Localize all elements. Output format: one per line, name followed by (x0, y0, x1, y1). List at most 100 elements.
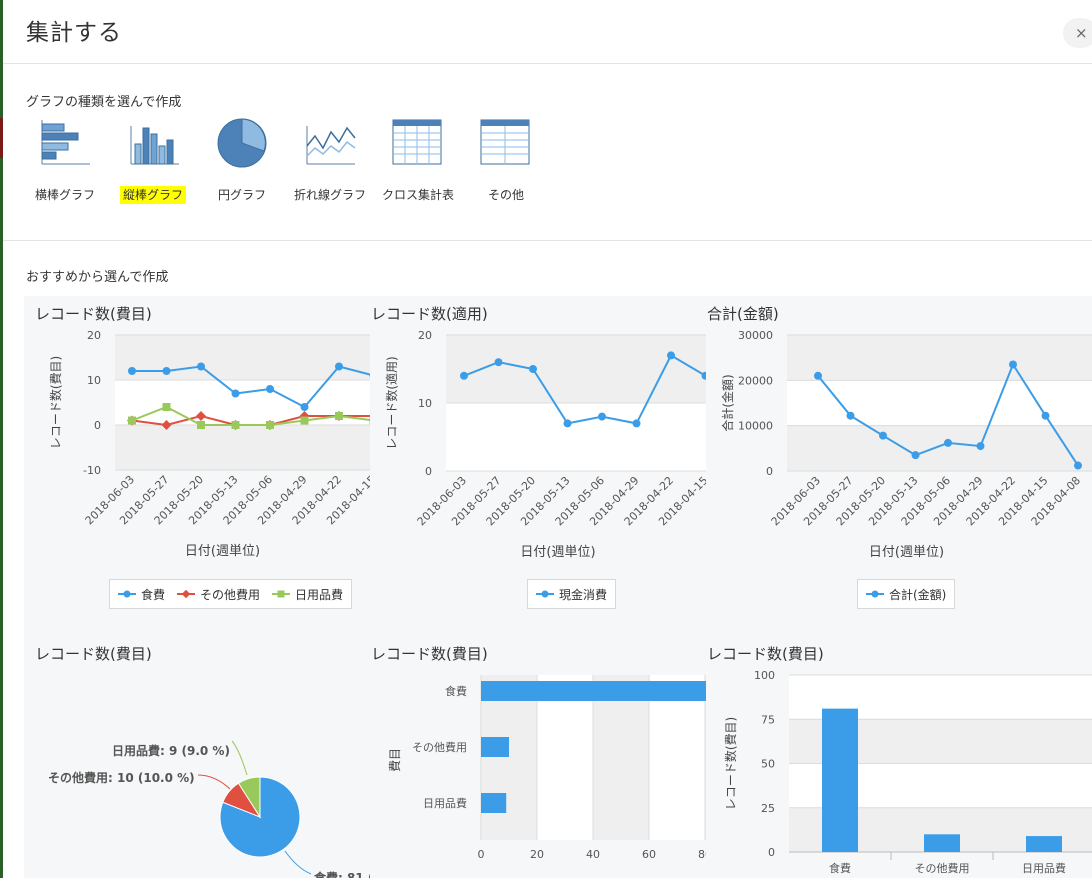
y-tick-label: 食費 (445, 684, 467, 698)
y-axis-label: 費目 (387, 748, 402, 772)
y-tick-label: 0 (766, 465, 773, 478)
data-point[interactable] (335, 412, 343, 420)
data-point[interactable] (911, 451, 920, 460)
plot-band (115, 380, 370, 425)
legend-item[interactable]: その他費用 (177, 586, 260, 603)
y-axis-label: レコード数(適用) (384, 356, 399, 449)
plot-band (446, 335, 706, 403)
data-point[interactable] (231, 421, 240, 429)
data-point[interactable] (529, 365, 537, 373)
data-point[interactable] (1074, 461, 1082, 470)
plot-band (115, 425, 370, 470)
pie-label-connector (284, 850, 312, 875)
horizontal-bar-chart-expense-category[interactable]: 0 20 40 60 80 食費その他費用日用品費 費目 (371, 663, 706, 878)
close-button[interactable]: × (1063, 18, 1092, 48)
data-point[interactable] (879, 431, 887, 440)
cross-table-icon (392, 119, 442, 165)
data-point[interactable] (944, 438, 952, 447)
graph-type-line[interactable]: 折れ線グラフ (289, 118, 369, 218)
legend-item[interactable]: 現金消費 (536, 586, 607, 603)
bar[interactable] (481, 681, 706, 701)
graph-type-label: 横棒グラフ (34, 188, 95, 202)
plot-band (115, 335, 370, 380)
graph-type-vertical-bar[interactable]: 縦棒グラフ (113, 118, 193, 218)
legend-item[interactable]: 合計(金額) (866, 586, 946, 603)
y-tick-label: 20 (87, 329, 101, 342)
data-point[interactable] (197, 362, 205, 371)
data-point[interactable] (460, 371, 468, 380)
graph-type-other[interactable]: その他 (466, 118, 546, 218)
line-chart-usage[interactable]: 20100レコード数(適用)2018-06-032018-05-272018-0… (371, 323, 706, 563)
data-point[interactable] (814, 371, 822, 380)
data-point[interactable] (231, 389, 240, 398)
chart-legend: 現金消費 (527, 579, 617, 609)
data-point[interactable] (266, 421, 274, 429)
y-tick-label: 0 (768, 846, 775, 859)
data-point[interactable] (128, 367, 136, 375)
x-tick-label: その他費用 (915, 861, 970, 875)
data-point[interactable] (494, 358, 503, 367)
chart-title: レコード数(費目) (35, 645, 152, 663)
chart-title: レコード数(費目) (707, 645, 824, 663)
y-tick-label: 10 (87, 374, 101, 387)
data-point[interactable] (300, 416, 309, 425)
dialog-title: 集計する (26, 20, 122, 46)
chart-title: 合計(金額) (707, 305, 779, 323)
pie-label: 日用品費: 9 (9.0 %) (112, 743, 230, 758)
data-point[interactable] (128, 416, 136, 425)
data-point[interactable] (162, 403, 171, 411)
pie-label-connector (231, 740, 248, 776)
recommended-heading: おすすめから選んで作成 (26, 270, 169, 285)
x-tick-label: 40 (586, 848, 600, 861)
pie-label: 食費: 81 ( (313, 870, 370, 878)
graph-type-label: 円グラフ (217, 188, 266, 202)
graph-type-heading: グラフの種類を選んで作成 (26, 95, 182, 110)
legend-item[interactable]: 日用品費 (272, 586, 343, 603)
data-point[interactable] (598, 412, 606, 421)
x-tick-label: 日用品費 (1022, 861, 1066, 875)
chart-title: レコード数(費目) (371, 645, 488, 663)
graph-type-label: 折れ線グラフ (293, 188, 366, 202)
data-point[interactable] (667, 351, 675, 360)
legend-item[interactable]: 食費 (118, 586, 165, 603)
data-point[interactable] (846, 411, 855, 420)
graph-type-label: 縦棒グラフ (119, 186, 186, 204)
line-chart-icon (306, 126, 356, 165)
data-point[interactable] (563, 419, 572, 428)
y-axis-label: レコード数(費目) (723, 717, 738, 810)
y-tick-label: 20 (418, 329, 432, 342)
chart-title: レコード数(費目) (35, 305, 152, 323)
bar[interactable] (481, 793, 507, 813)
data-point[interactable] (1009, 360, 1017, 369)
x-tick-label: 食費 (829, 861, 851, 875)
data-point[interactable] (335, 362, 343, 371)
line-chart-total-amount[interactable]: 3000020000100000合計(金額)2018-06-032018-05-… (707, 323, 1092, 563)
other-table-icon (480, 119, 530, 165)
graph-type-horizontal-bar[interactable]: 横棒グラフ (26, 118, 106, 218)
x-axis-label: 日付(週単位) (520, 544, 595, 560)
vertical-bar-chart-expense-category[interactable]: 100 75 50 25 0 食費 その他費用 日用品費 レコード数(費目) (707, 663, 1092, 878)
data-point[interactable] (197, 421, 205, 429)
bar[interactable] (481, 737, 509, 757)
data-point[interactable] (162, 367, 171, 375)
graph-type-cross-table[interactable]: クロス集計表 (378, 118, 458, 218)
bar[interactable] (822, 708, 858, 852)
line-chart-expense-category[interactable]: 20100-10レコード数(費目)2018-06-032018-05-27201… (35, 323, 370, 563)
graph-type-label: その他 (487, 188, 524, 202)
data-point[interactable] (300, 403, 309, 411)
graph-type-pie[interactable]: 円グラフ (202, 118, 282, 218)
y-tick-label: 30000 (738, 329, 773, 342)
bar[interactable] (1026, 836, 1062, 852)
bar[interactable] (924, 834, 960, 852)
legend-label: その他費用 (200, 587, 261, 602)
data-point[interactable] (369, 416, 371, 425)
section-divider (3, 240, 1092, 241)
y-tick-label: その他費用 (412, 740, 467, 754)
data-point[interactable] (266, 385, 274, 393)
data-point[interactable] (632, 419, 641, 428)
y-tick-label: 日用品費 (423, 796, 467, 810)
data-point[interactable] (976, 442, 985, 451)
pie-chart-expense-category[interactable]: 日用品費: 9 (9.0 %) その他費用: 10 (10.0 %) 食費: 81 … (35, 663, 370, 878)
data-point[interactable] (1041, 411, 1050, 420)
y-tick-label: 10000 (738, 420, 773, 433)
